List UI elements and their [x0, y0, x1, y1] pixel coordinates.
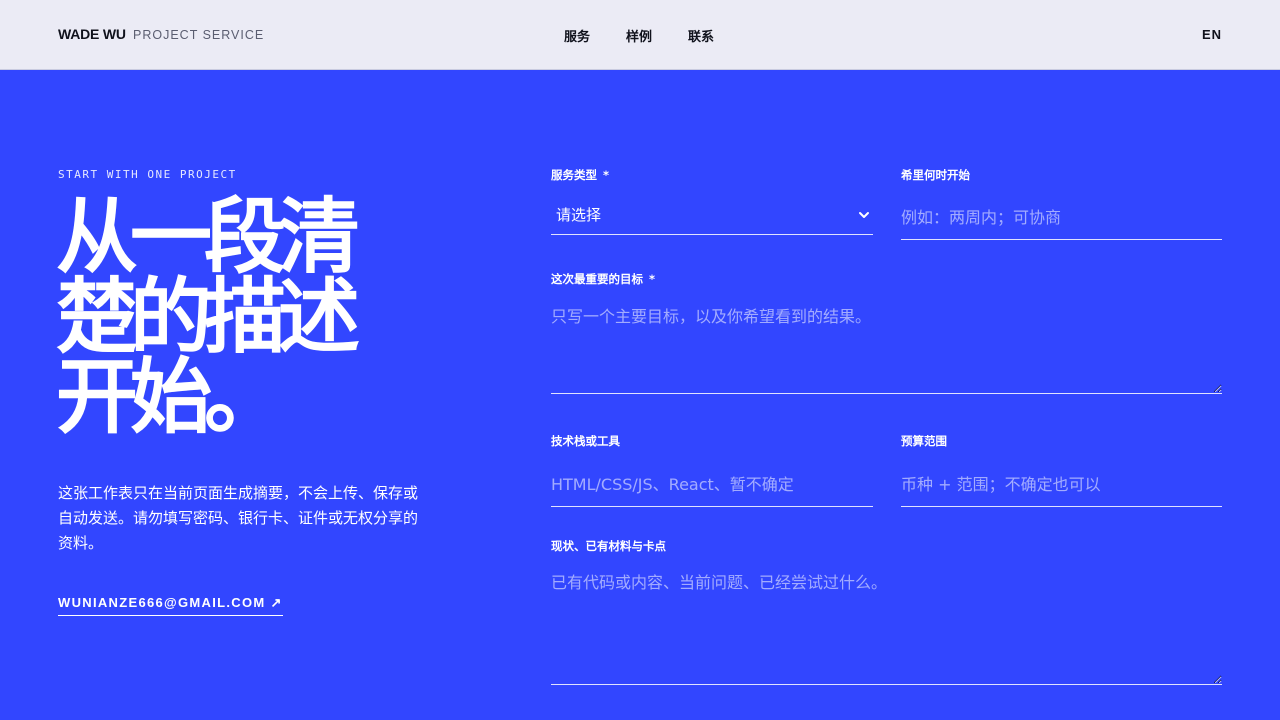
nav-item-examples[interactable]: 样例: [626, 26, 652, 45]
page-title: 从一段清楚的描述开始。: [56, 190, 360, 445]
goal-label: 这次最重要的目标 *: [551, 272, 656, 286]
language-toggle[interactable]: EN: [1202, 27, 1222, 42]
tech-stack-label: 技术栈或工具: [551, 434, 620, 448]
required-mark: *: [603, 168, 610, 182]
service-type-label: 服务类型 *: [551, 168, 610, 182]
eyebrow-text: START WITH ONE PROJECT: [58, 168, 237, 181]
nav-item-contact[interactable]: 联系: [688, 26, 714, 45]
start-time-label: 希里何时开始: [901, 168, 970, 182]
status-label: 现状、已有材料与卡点: [551, 539, 666, 553]
start-time-input[interactable]: [901, 196, 1222, 240]
nav-item-services[interactable]: 服务: [564, 26, 590, 45]
status-textarea[interactable]: [551, 568, 1222, 685]
top-bar: WADE WU PROJECT SERVICE 服务 样例 联系 EN: [0, 0, 1280, 70]
budget-label: 预算范围: [901, 434, 947, 448]
tech-stack-input[interactable]: [551, 462, 873, 507]
required-mark: *: [649, 272, 656, 286]
service-type-value: 请选择: [556, 206, 602, 224]
chevron-down-icon: [859, 212, 869, 218]
email-link[interactable]: WUNIANZE666@GMAIL.COM ↗: [58, 595, 283, 616]
goal-textarea[interactable]: [551, 302, 1222, 394]
service-type-select[interactable]: 请选择: [551, 196, 873, 235]
main-nav: 服务 样例 联系: [0, 26, 1280, 46]
privacy-note: 这张工作表只在当前页面生成摘要，不会上传、保存或自动发送。请勿填写密码、银行卡、…: [58, 484, 419, 552]
budget-input[interactable]: [901, 462, 1222, 507]
